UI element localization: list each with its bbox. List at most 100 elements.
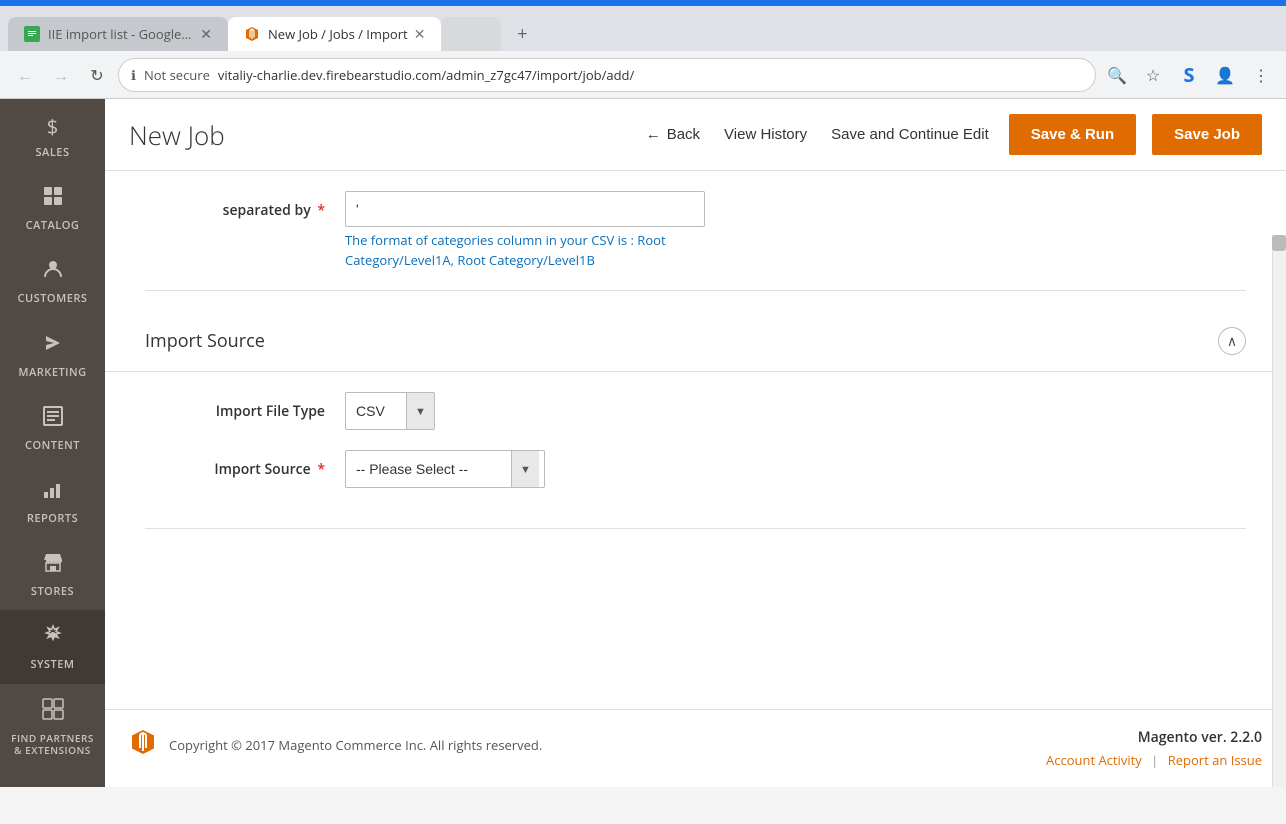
footer-separator: | bbox=[1151, 751, 1158, 769]
save-job-button[interactable]: Save Job bbox=[1152, 114, 1262, 155]
back-link-button[interactable]: ← Back bbox=[642, 118, 704, 151]
marketing-icon bbox=[42, 332, 64, 360]
import-source-collapse-button[interactable]: ∧ bbox=[1218, 327, 1246, 355]
content-area: separated by * The format of categories … bbox=[105, 171, 1286, 709]
import-source-dropdown-button[interactable]: ▼ bbox=[511, 451, 539, 487]
import-source-section-header: Import Source ∧ bbox=[105, 311, 1286, 372]
sidebar-item-stores-label: STORES bbox=[31, 585, 74, 598]
import-file-type-select-wrapper[interactable]: CSV ▼ bbox=[345, 392, 435, 430]
sales-icon: $ bbox=[47, 113, 58, 140]
scrollbar[interactable] bbox=[1272, 235, 1286, 787]
import-source-row: Import Source * -- Please Select -- ▼ bbox=[105, 450, 1286, 488]
tab-magento[interactable]: New Job / Jobs / Import ✕ bbox=[228, 17, 441, 51]
bookmark-button[interactable]: ☆ bbox=[1138, 60, 1168, 90]
save-continue-label: Save and Continue Edit bbox=[831, 126, 989, 143]
tab-magento-close[interactable]: ✕ bbox=[414, 25, 426, 44]
sidebar: $ SALES CATALOG CUSTOMERS MARKETING bbox=[0, 99, 105, 787]
view-history-label: View History bbox=[724, 126, 807, 143]
import-source-select[interactable]: -- Please Select -- bbox=[346, 451, 511, 487]
scroll-thumb[interactable] bbox=[1272, 235, 1286, 251]
more-icon: ⋮ bbox=[1253, 64, 1269, 86]
url-display: vitaliy-charlie.dev.firebearstudio.com/a… bbox=[218, 66, 634, 84]
separated-by-section: separated by * The format of categories … bbox=[105, 171, 1286, 529]
sheets-favicon bbox=[24, 26, 40, 42]
tab-sheets-title: IIE import list - Google S... bbox=[48, 25, 194, 43]
forward-button[interactable]: → bbox=[46, 60, 76, 90]
save-continue-button[interactable]: Save and Continue Edit bbox=[827, 118, 993, 151]
separated-by-field: The format of categories column in your … bbox=[345, 191, 1246, 270]
extension-icon: S bbox=[1183, 61, 1194, 88]
system-icon bbox=[42, 624, 64, 652]
import-source-select-wrapper[interactable]: -- Please Select -- ▼ bbox=[345, 450, 545, 488]
import-source-title: Import Source bbox=[145, 329, 265, 353]
tab-new-placeholder bbox=[441, 17, 501, 51]
import-file-type-row: Import File Type CSV ▼ bbox=[105, 392, 1286, 430]
more-menu-button[interactable]: ⋮ bbox=[1246, 60, 1276, 90]
import-file-type-label: Import File Type bbox=[145, 392, 345, 421]
page-footer: Copyright © 2017 Magento Commerce Inc. A… bbox=[105, 709, 1286, 787]
save-run-button[interactable]: Save & Run bbox=[1009, 114, 1136, 155]
sidebar-item-stores[interactable]: STORES bbox=[0, 537, 105, 610]
content-icon bbox=[42, 405, 64, 433]
sidebar-item-find-partners[interactable]: FIND PARTNERS& EXTENSIONS bbox=[0, 684, 105, 768]
page-header: New Job ← Back View History Save and Con… bbox=[105, 99, 1286, 171]
stores-icon bbox=[42, 551, 64, 579]
footer-links: Account Activity | Report an Issue bbox=[1046, 751, 1262, 769]
tab-sheets[interactable]: IIE import list - Google S... ✕ bbox=[8, 17, 228, 51]
sidebar-item-system-label: SYSTEM bbox=[30, 658, 74, 671]
import-file-type-select[interactable]: CSV bbox=[346, 393, 406, 429]
header-actions: ← Back View History Save and Continue Ed… bbox=[642, 114, 1262, 155]
sidebar-item-sales[interactable]: $ SALES bbox=[0, 99, 105, 171]
sidebar-item-sales-label: SALES bbox=[36, 146, 70, 159]
footer-version: Magento ver. 2.2.0 bbox=[1046, 728, 1262, 747]
sidebar-item-catalog-label: CATALOG bbox=[26, 219, 80, 232]
bookmark-icon: ☆ bbox=[1146, 64, 1160, 86]
separated-by-hint: The format of categories column in your … bbox=[345, 231, 725, 270]
reports-icon bbox=[42, 478, 64, 506]
save-run-label: Save & Run bbox=[1031, 126, 1114, 143]
sidebar-item-catalog[interactable]: CATALOG bbox=[0, 171, 105, 244]
account-button[interactable]: 👤 bbox=[1210, 60, 1240, 90]
reload-icon: ↻ bbox=[90, 64, 103, 86]
separated-by-required: * bbox=[317, 201, 325, 220]
reload-button[interactable]: ↻ bbox=[82, 60, 112, 90]
import-file-type-field: CSV ▼ bbox=[345, 392, 1246, 430]
footer-right: Magento ver. 2.2.0 Account Activity | Re… bbox=[1046, 728, 1262, 769]
report-issue-link[interactable]: Report an Issue bbox=[1168, 751, 1262, 769]
footer-copyright: Copyright © 2017 Magento Commerce Inc. A… bbox=[169, 736, 542, 754]
sidebar-item-content-label: CONTENT bbox=[25, 439, 80, 452]
customers-icon bbox=[42, 258, 64, 286]
separated-by-label: separated by * bbox=[145, 191, 345, 220]
extension-button[interactable]: S bbox=[1174, 60, 1204, 90]
tab-magento-title: New Job / Jobs / Import bbox=[268, 25, 408, 43]
sidebar-item-customers[interactable]: CUSTOMERS bbox=[0, 244, 105, 317]
separated-by-row: separated by * The format of categories … bbox=[105, 191, 1286, 270]
tab-sheets-close[interactable]: ✕ bbox=[200, 25, 212, 44]
search-button[interactable]: 🔍 bbox=[1102, 60, 1132, 90]
main-content: New Job ← Back View History Save and Con… bbox=[105, 99, 1286, 787]
import-source-field: -- Please Select -- ▼ bbox=[345, 450, 1246, 488]
back-button[interactable]: ← bbox=[10, 60, 40, 90]
sidebar-item-marketing-label: MARKETING bbox=[18, 366, 86, 379]
back-arrow-icon: ← bbox=[646, 126, 661, 143]
search-icon: 🔍 bbox=[1107, 64, 1127, 86]
sidebar-item-content[interactable]: CONTENT bbox=[0, 391, 105, 464]
footer-left: Copyright © 2017 Magento Commerce Inc. A… bbox=[129, 728, 542, 761]
sidebar-item-system[interactable]: SYSTEM bbox=[0, 610, 105, 683]
account-icon: 👤 bbox=[1215, 64, 1235, 86]
account-activity-link[interactable]: Account Activity bbox=[1046, 751, 1142, 769]
new-tab-button[interactable]: + bbox=[505, 17, 539, 51]
forward-icon: → bbox=[53, 64, 69, 86]
back-link-label: Back bbox=[667, 126, 700, 143]
sidebar-item-marketing[interactable]: MARKETING bbox=[0, 318, 105, 391]
dropdown-chevron-icon: ▼ bbox=[415, 404, 426, 419]
sidebar-item-find-partners-label: FIND PARTNERS& EXTENSIONS bbox=[11, 732, 94, 756]
import-file-type-dropdown-button[interactable]: ▼ bbox=[406, 393, 434, 429]
not-secure-label: Not secure bbox=[144, 66, 210, 84]
back-icon: ← bbox=[17, 64, 33, 86]
sidebar-item-reports[interactable]: REPORTS bbox=[0, 464, 105, 537]
view-history-button[interactable]: View History bbox=[720, 118, 811, 151]
find-partners-icon bbox=[42, 698, 64, 726]
address-bar[interactable]: ℹ Not secure vitaliy-charlie.dev.firebea… bbox=[118, 58, 1096, 92]
separated-by-input[interactable] bbox=[345, 191, 705, 227]
